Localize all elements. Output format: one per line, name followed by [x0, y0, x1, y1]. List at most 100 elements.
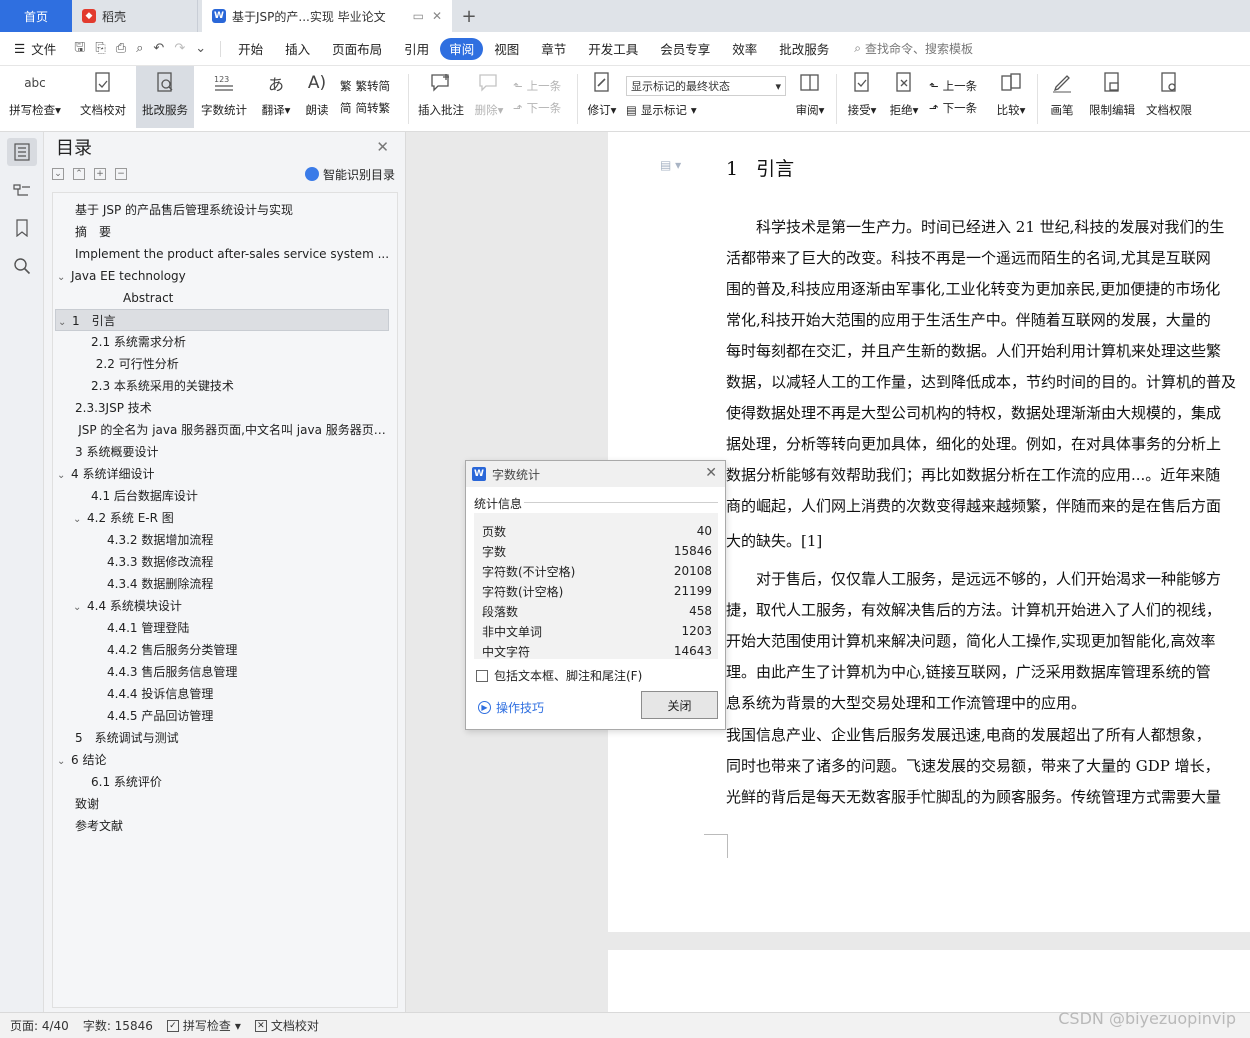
redo-icon[interactable]: ↷ [174, 41, 185, 56]
chevron-down-icon[interactable]: ⌄ [57, 465, 71, 485]
chevron-down-icon[interactable]: ⌄ [73, 597, 87, 617]
monitor-icon[interactable]: ▭ [413, 9, 424, 23]
simp-to-trad-button[interactable]: 简简转繁 [340, 100, 400, 116]
print-preview-icon[interactable]: ⌕ [136, 41, 143, 56]
toc-item[interactable]: ⌄ 1 引言 [55, 309, 389, 331]
toc-item[interactable]: 4.3.2 数据增加流程 [107, 529, 389, 551]
customize-icon[interactable]: ⌄ [195, 41, 206, 56]
tab-home[interactable]: 首页 [0, 0, 72, 32]
menu-member[interactable]: 会员专享 [649, 38, 721, 60]
close-icon[interactable]: ✕ [376, 138, 389, 156]
toc-item[interactable]: 4.4.1 管理登陆 [107, 617, 389, 639]
reject-button[interactable]: 拒绝▾ [883, 66, 925, 128]
close-icon[interactable]: ✕ [705, 465, 717, 481]
undo-icon[interactable]: ↶ [153, 41, 164, 56]
prev-comment-button[interactable]: ⬑ 上一条 [513, 78, 569, 94]
search-icon[interactable] [7, 252, 37, 280]
menu-view[interactable]: 视图 [483, 38, 530, 60]
menu-section[interactable]: 章节 [530, 38, 577, 60]
toc-item[interactable]: 4.4.3 售后服务信息管理 [107, 661, 389, 683]
toc-item[interactable]: ⌄ 4.4 系统模块设计 [73, 595, 389, 617]
menu-start[interactable]: 开始 [227, 38, 274, 60]
show-markup-button[interactable]: ▤ 显示标记 ▾ [626, 102, 784, 118]
smart-toc-button[interactable]: 智能识别目录 [304, 166, 395, 183]
chapter-nav-icon[interactable] [7, 176, 37, 204]
menu-review[interactable]: 审阅 [440, 37, 484, 60]
file-menu[interactable]: ☰ 文件 [0, 39, 66, 58]
toc-item[interactable]: 2.3.3JSP 技术 [75, 397, 389, 419]
revise-button[interactable]: 修订▾ [582, 66, 622, 128]
dialog-titlebar[interactable]: W 字数统计 ✕ [466, 461, 725, 487]
toc-item[interactable]: 4.4.5 产品回访管理 [107, 705, 389, 727]
chevron-down-icon[interactable]: ⌄ [58, 312, 72, 330]
insert-comment-button[interactable]: 插入批注 [413, 66, 469, 128]
export-pdf-icon[interactable]: ⎘ [95, 41, 105, 56]
doc-check-status[interactable]: ✕ 文档校对 [254, 1017, 319, 1034]
toc-item[interactable]: 基于 JSP 的产品售后管理系统设计与实现 [75, 199, 389, 221]
toc-item[interactable]: 致谢 [75, 793, 389, 815]
compare-button[interactable]: 比较▾ [989, 66, 1033, 128]
menu-grading[interactable]: 批改服务 [768, 38, 840, 60]
next-revision-button[interactable]: ⬏ 下一条 [929, 100, 985, 116]
toc-item[interactable]: 2.1 系统需求分析 [91, 331, 389, 353]
paragraph-icon[interactable]: ▤ ▾ [660, 158, 681, 172]
tips-link[interactable]: ▶ 操作技巧 [478, 699, 544, 716]
toc-item[interactable]: 4.3.3 数据修改流程 [107, 551, 389, 573]
tab-daoke[interactable]: ◆ 稻壳 [72, 0, 198, 32]
read-aloud-button[interactable]: A) 朗读 [298, 66, 336, 128]
toc-item[interactable]: ⌄ Java EE technology [57, 265, 389, 287]
chevron-down-icon[interactable]: ⌄ [73, 509, 87, 529]
toc-item[interactable]: 3 系统概要设计 [75, 441, 389, 463]
translate-button[interactable]: あ 翻译▾ [254, 66, 298, 128]
menu-developer[interactable]: 开发工具 [577, 38, 649, 60]
toc-item[interactable]: 2.2 可行性分析 [96, 353, 389, 375]
toc-item[interactable]: 6.1 系统评价 [91, 771, 389, 793]
print-icon[interactable]: ⎙ [116, 41, 126, 56]
toc-item[interactable]: 2.3 本系统采用的关键技术 [91, 375, 389, 397]
bookmark-icon[interactable] [7, 214, 37, 242]
toc-item[interactable]: 摘 要 [75, 221, 389, 243]
spell-check-button[interactable]: abc 拼写检查▾ [0, 66, 70, 128]
tab-document[interactable]: W 基于JSP的产...实现 毕业论文 ▭ ✕ [202, 0, 452, 32]
chevron-down-icon[interactable]: ⌄ [57, 751, 71, 771]
close-tab-icon[interactable]: ✕ [432, 9, 442, 23]
chevron-down-icon[interactable]: ⌄ [57, 267, 71, 287]
word-count-indicator[interactable]: 字数: 15846 [83, 1017, 153, 1034]
doc-check-button[interactable]: 文档校对 [70, 66, 136, 128]
toc-item[interactable]: 4.3.4 数据删除流程 [107, 573, 389, 595]
menu-insert[interactable]: 插入 [274, 38, 321, 60]
toc-item[interactable]: ⌄ 4.2 系统 E-R 图 [73, 507, 389, 529]
toc-item[interactable]: 5 系统调试与测试 [75, 727, 389, 749]
toc-item[interactable]: Implement the product after-sales servic… [75, 243, 389, 265]
delete-comment-button[interactable]: 删除▾ [469, 66, 509, 128]
page-indicator[interactable]: 页面: 4/40 [10, 1017, 69, 1034]
toc-item[interactable]: 参考文献 [75, 815, 389, 837]
checkbox[interactable] [476, 669, 488, 682]
pen-button[interactable]: 画笔 [1042, 66, 1082, 128]
accept-button[interactable]: 接受▾ [841, 66, 883, 128]
toc-item[interactable]: Abstract [123, 287, 389, 309]
toc-item[interactable]: 4.4.4 投诉信息管理 [107, 683, 389, 705]
review-pane-button[interactable]: 审阅▾ [788, 66, 832, 128]
collapse-all-icon[interactable]: − [115, 168, 127, 180]
word-count-button[interactable]: 123 字数统计 [194, 66, 254, 128]
new-tab-button[interactable]: + [452, 0, 486, 32]
toc-item[interactable]: 4.1 后台数据库设计 [91, 485, 389, 507]
markup-state-select[interactable]: 显示标记的最终状态 ▾ [626, 76, 786, 96]
toc-item[interactable]: ⌄ 6 结论 [57, 749, 389, 771]
toc-item[interactable]: 4.4.2 售后服务分类管理 [107, 639, 389, 661]
doc-permission-button[interactable]: 文档权限 [1142, 66, 1196, 128]
prev-revision-button[interactable]: ⬑ 上一条 [929, 78, 985, 94]
toc-icon[interactable] [6, 138, 37, 166]
collapse-level-icon[interactable]: ⌄ [52, 168, 64, 180]
close-button[interactable]: 关闭 [641, 691, 718, 719]
menu-page-layout[interactable]: 页面布局 [321, 38, 393, 60]
grading-service-button[interactable]: 批改服务 [136, 66, 194, 128]
menu-efficiency[interactable]: 效率 [721, 38, 768, 60]
spell-check-status[interactable]: ✓ 拼写检查 ▾ [166, 1017, 241, 1034]
command-search[interactable]: ⌕ 查找命令、搜索模板 [854, 40, 973, 57]
include-textbox-checkbox[interactable]: 包括文本框、脚注和尾注(F) [476, 667, 642, 684]
expand-all-icon[interactable]: + [94, 168, 106, 180]
toc-item[interactable]: ⌄ 4 系统详细设计 [57, 463, 389, 485]
next-comment-button[interactable]: ⬏ 下一条 [513, 100, 569, 116]
